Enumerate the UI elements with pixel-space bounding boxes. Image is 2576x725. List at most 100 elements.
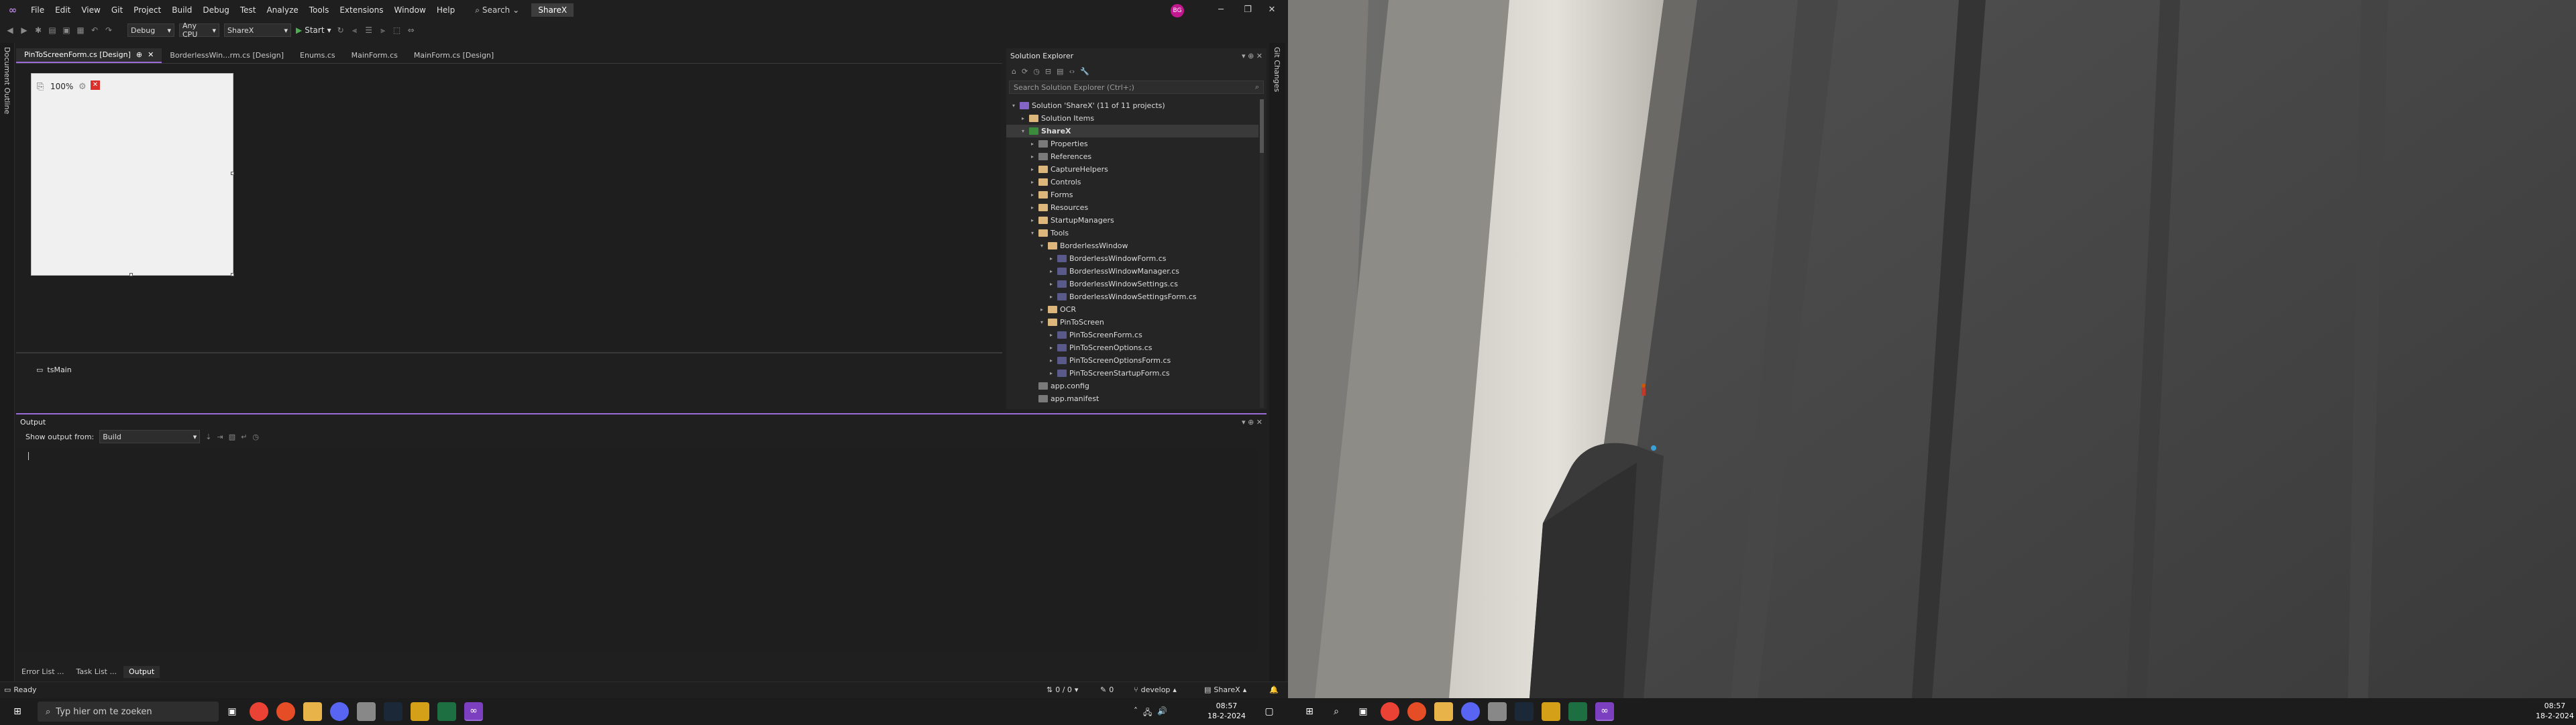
notifications-icon[interactable]: 🔔 xyxy=(1269,685,1279,694)
volume-icon[interactable]: 🔊 xyxy=(1157,706,1167,720)
next-message-icon[interactable]: ⇥ xyxy=(217,433,223,441)
startup-project-dropdown[interactable]: ShareX ▾ xyxy=(224,23,291,37)
menu-analyze[interactable]: Analyze xyxy=(261,5,303,15)
chevron-right-icon[interactable]: ▸ xyxy=(1048,332,1055,338)
align-center-icon[interactable]: ☰ xyxy=(364,25,374,35)
scrollbar[interactable] xyxy=(1260,99,1264,408)
save-icon[interactable]: ▣ xyxy=(62,25,71,35)
pane-controls[interactable]: ▾ ⊕ ✕ xyxy=(1242,52,1263,60)
open-icon[interactable]: ▤ xyxy=(48,25,57,35)
tab-enums[interactable]: Enums.cs xyxy=(292,48,343,63)
view-code-icon[interactable]: ‹› xyxy=(1069,67,1075,76)
menu-debug[interactable]: Debug xyxy=(197,5,234,15)
minimize-button[interactable]: ─ xyxy=(1208,3,1234,17)
windows-start-icon[interactable]: ⊞ xyxy=(8,702,27,721)
clear-all-icon[interactable]: ▧ xyxy=(229,433,235,441)
taskbar-clock[interactable]: 08:57 18-2-2024 xyxy=(1208,701,1246,721)
tree-item[interactable]: ▸ Forms xyxy=(1006,188,1258,201)
chevron-right-icon[interactable]: ▸ xyxy=(1029,154,1036,160)
timestamp-icon[interactable]: ◷ xyxy=(252,433,259,441)
file-explorer-icon[interactable] xyxy=(303,702,322,721)
show-all-files-icon[interactable]: ▤ xyxy=(1057,67,1063,76)
tree-item[interactable]: ▸ BorderlessWindowManager.cs xyxy=(1006,265,1258,278)
close-button[interactable]: ✕ xyxy=(1258,3,1285,17)
tab-borderlesswindowform-design[interactable]: BorderlessWin...rm.cs [Design] xyxy=(162,48,292,63)
scrollbar-thumb[interactable] xyxy=(1260,99,1264,153)
platform-dropdown[interactable]: Any CPU ▾ xyxy=(179,21,219,39)
undo-icon[interactable]: ↶ xyxy=(90,25,99,35)
close-icon[interactable]: ✕ xyxy=(91,80,100,90)
tree-item[interactable]: ▸ CaptureHelpers xyxy=(1006,163,1258,176)
visual-studio-taskbar-icon[interactable]: ∞ xyxy=(464,702,483,721)
size-icon[interactable]: ⬚ xyxy=(392,25,402,35)
close-icon[interactable]: ✕ xyxy=(148,48,154,62)
menu-git[interactable]: Git xyxy=(106,5,128,15)
pending-edits-indicator[interactable]: ✎ 0 xyxy=(1100,685,1114,694)
history-icon[interactable]: ◷ xyxy=(1033,67,1040,76)
form-designer[interactable]: ⎘ 100% ⚙ ✕ ▭ tsMain xyxy=(16,63,1002,374)
sharex-icon[interactable] xyxy=(357,702,376,721)
resize-handle-bottom[interactable] xyxy=(129,273,133,276)
tree-item[interactable]: ▾ Tools xyxy=(1006,227,1258,239)
tree-item[interactable]: ▸ BorderlessWindowSettingsForm.cs xyxy=(1006,290,1258,303)
tab-mainform-design[interactable]: MainForm.cs [Design] xyxy=(406,48,502,63)
app-icon[interactable] xyxy=(411,702,429,721)
git-changes-tab[interactable]: Git Changes xyxy=(1273,47,1281,92)
menu-help[interactable]: Help xyxy=(431,5,460,15)
discord-icon[interactable] xyxy=(1461,702,1480,721)
tree-item[interactable]: ▸ OCR xyxy=(1006,303,1258,316)
chrome-icon[interactable] xyxy=(1381,702,1399,721)
browser-icon[interactable] xyxy=(1407,702,1426,721)
output-text-area[interactable] xyxy=(16,449,1257,651)
tab-pintoscreenform-design[interactable]: PinToScreenForm.cs [Design] ⊕ ✕ xyxy=(16,48,162,63)
solution-name-badge[interactable]: ShareX xyxy=(531,3,574,17)
excel-icon[interactable] xyxy=(1568,702,1587,721)
tree-item[interactable]: ▸ StartupManagers xyxy=(1006,214,1258,227)
tree-item[interactable]: ▸ PinToScreenOptionsForm.cs xyxy=(1006,354,1258,367)
find-message-icon[interactable]: ⇣ xyxy=(205,433,211,441)
steam-icon[interactable] xyxy=(384,702,402,721)
output-source-dropdown[interactable]: Build ▾ xyxy=(99,430,201,443)
menu-tools[interactable]: Tools xyxy=(304,5,335,15)
tab-output[interactable]: Output xyxy=(123,666,160,678)
align-left-icon[interactable]: ⫷ xyxy=(350,25,360,36)
system-tray[interactable]: ˄ 🖧 🔊 xyxy=(1134,706,1167,720)
tab-mainform[interactable]: MainForm.cs xyxy=(343,48,406,63)
visual-studio-taskbar-icon[interactable]: ∞ xyxy=(1595,702,1614,721)
chevron-down-icon[interactable]: ▾ xyxy=(1029,230,1036,236)
chevron-up-icon[interactable]: ˄ xyxy=(1134,706,1138,720)
menu-build[interactable]: Build xyxy=(166,5,197,15)
file-explorer-icon[interactable] xyxy=(1434,702,1453,721)
sharex-icon[interactable] xyxy=(1488,702,1507,721)
sync-icon[interactable]: ⟳ xyxy=(1022,67,1028,76)
collapse-all-icon[interactable]: ⊟ xyxy=(1045,67,1051,76)
tree-item[interactable]: ▾ Solution 'ShareX' (11 of 11 projects) xyxy=(1006,99,1258,112)
avatar[interactable]: BG xyxy=(1171,4,1184,17)
word-wrap-icon[interactable]: ↵ xyxy=(241,433,247,441)
chevron-right-icon[interactable]: ▸ xyxy=(1048,345,1055,351)
chevron-down-icon[interactable]: ▾ xyxy=(1020,128,1026,134)
taskbar-clock[interactable]: 08:57 18-2-2024 xyxy=(2536,701,2574,721)
chevron-right-icon[interactable]: ▸ xyxy=(1048,256,1055,262)
chevron-right-icon[interactable]: ▸ xyxy=(1020,115,1026,121)
chevron-down-icon[interactable]: ▾ xyxy=(1010,103,1017,109)
chevron-right-icon[interactable]: ▸ xyxy=(1029,141,1036,147)
chevron-right-icon[interactable]: ▸ xyxy=(1029,205,1036,211)
app-icon[interactable] xyxy=(1542,702,1560,721)
menu-edit[interactable]: Edit xyxy=(50,5,76,15)
tree-item[interactable]: ▸ PinToScreenOptions.cs xyxy=(1006,341,1258,354)
properties-icon[interactable]: 🔧 xyxy=(1080,67,1089,76)
pane-controls[interactable]: ▾ ⊕ ✕ xyxy=(1242,418,1263,427)
tree-item[interactable]: ▸ PinToScreenForm.cs xyxy=(1006,329,1258,341)
tree-item[interactable]: ▸ Solution Items xyxy=(1006,112,1258,125)
tree-item[interactable]: ▸ BorderlessWindowSettings.cs xyxy=(1006,278,1258,290)
new-item-icon[interactable]: ✱ xyxy=(34,25,43,35)
start-button[interactable]: ▶ Start ▾ xyxy=(296,25,331,35)
chevron-right-icon[interactable]: ▸ xyxy=(1048,281,1055,287)
align-right-icon[interactable]: ⫸ xyxy=(378,25,388,36)
tab-error-list[interactable]: Error List ... xyxy=(16,666,70,678)
maximize-button[interactable]: ❐ xyxy=(1234,3,1261,17)
tab-task-list[interactable]: Task List ... xyxy=(71,666,122,678)
menu-extensions[interactable]: Extensions xyxy=(334,5,388,15)
chevron-down-icon[interactable]: ▾ xyxy=(1038,243,1045,249)
